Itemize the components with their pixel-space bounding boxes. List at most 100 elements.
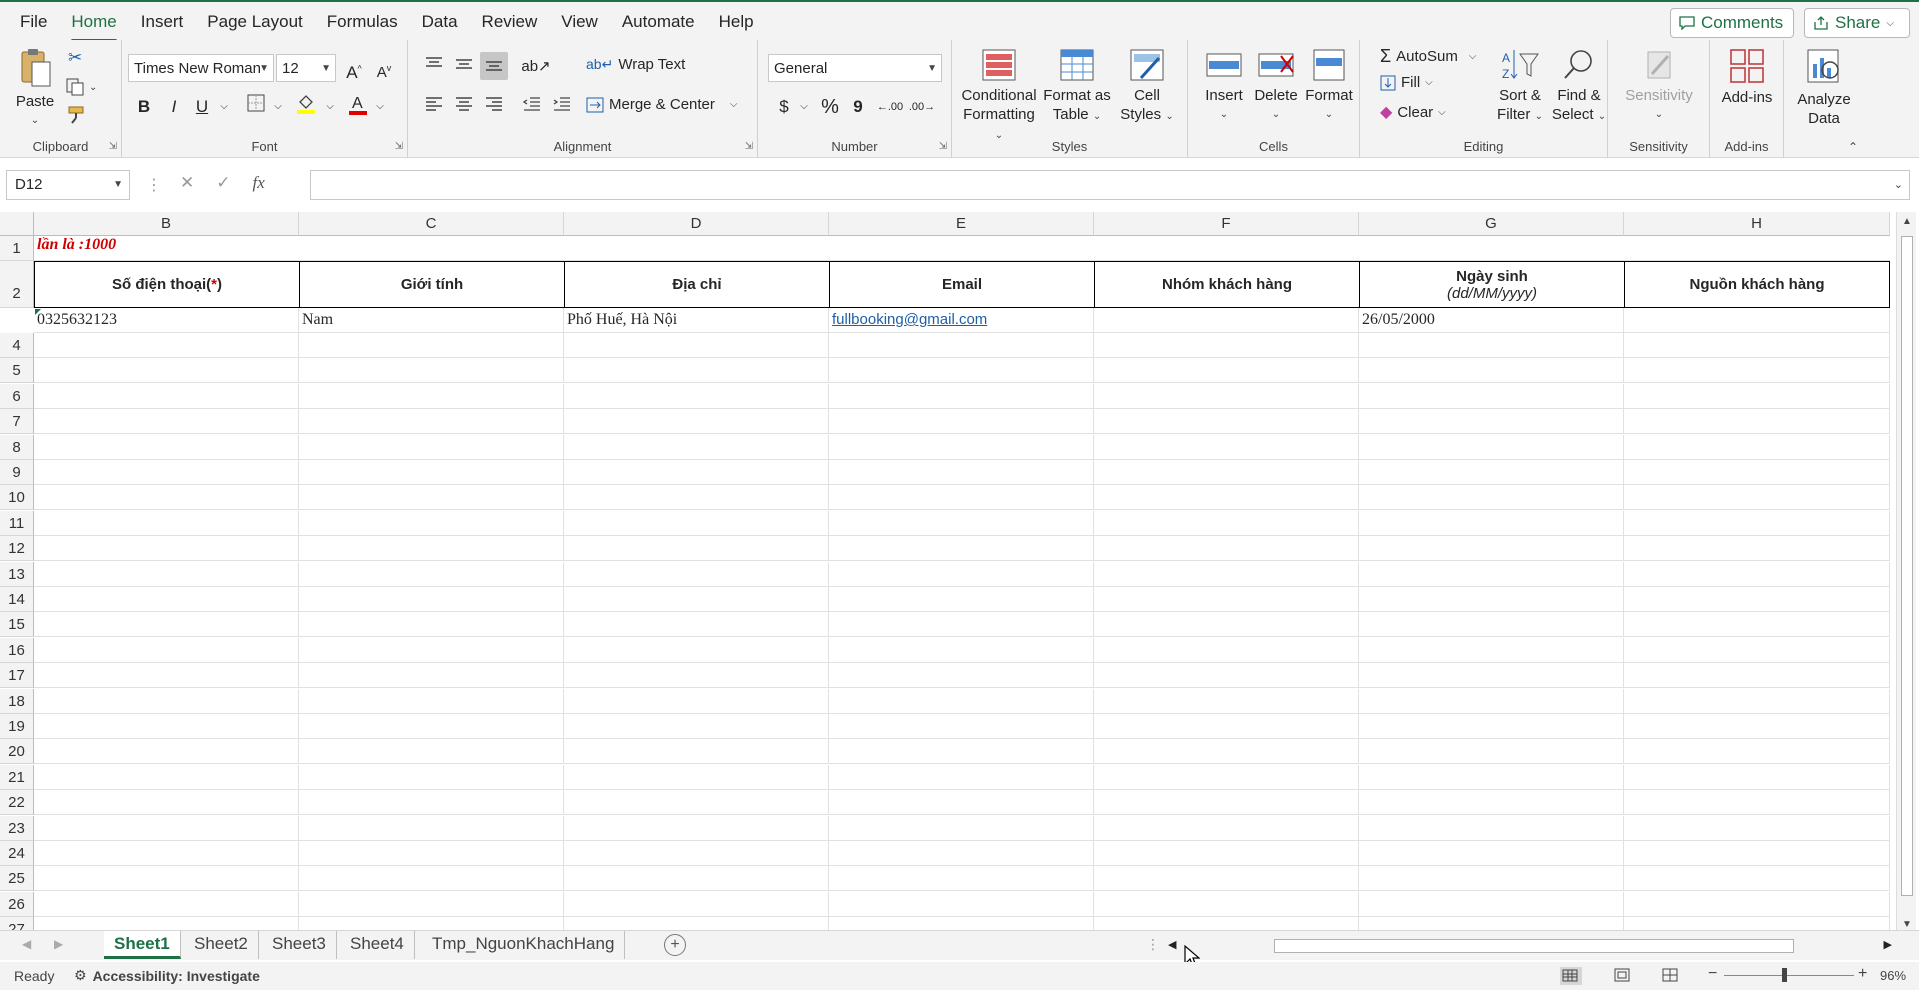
grid-cell[interactable] (34, 917, 299, 930)
sheet-tab-tmp-nguonkhachhang[interactable]: Tmp_NguonKhachHang (422, 931, 626, 959)
grid-cell[interactable] (34, 790, 299, 816)
grid-cell[interactable] (299, 409, 564, 435)
cell-gender[interactable]: Nam (299, 308, 564, 333)
middle-align-button[interactable] (450, 52, 478, 80)
scroll-down-icon[interactable]: ▼ (1902, 919, 1912, 930)
grid-cell[interactable] (829, 561, 1094, 587)
grid-cell[interactable] (1094, 460, 1359, 485)
wrap-text-button[interactable]: ab↵ Wrap Text (586, 56, 685, 73)
row-header[interactable]: 9 (0, 460, 34, 485)
row-header[interactable]: 1 (0, 236, 34, 261)
grid-cell[interactable] (34, 714, 299, 739)
header-address[interactable]: Địa chỉ (564, 261, 830, 308)
grid-cell[interactable] (564, 917, 829, 930)
insert-cells-button[interactable]: Insert ⌄ (1202, 48, 1246, 124)
grid-cell[interactable] (1624, 891, 1890, 917)
grid-cell[interactable] (34, 587, 299, 612)
grid-cell[interactable] (829, 409, 1094, 435)
grid-cell[interactable] (299, 383, 564, 409)
cell-birthday[interactable]: 26/05/2000 (1359, 308, 1624, 333)
grid-cell[interactable] (1359, 358, 1624, 384)
grid-cell[interactable] (829, 587, 1094, 612)
paste-button[interactable]: Paste ⌄ (10, 48, 60, 130)
align-left-button[interactable] (420, 92, 448, 120)
grid-cell[interactable] (299, 333, 564, 358)
row1-note[interactable]: lần là :1000 (34, 236, 1890, 261)
grid-cell[interactable] (299, 612, 564, 638)
grid-cell[interactable] (564, 637, 829, 663)
format-painter-button[interactable] (68, 106, 86, 124)
grid-cell[interactable] (1359, 536, 1624, 562)
grid-cell[interactable] (1094, 485, 1359, 511)
grid-cell[interactable] (564, 764, 829, 790)
comma-button[interactable]: 9 (844, 93, 872, 121)
grid-cell[interactable] (34, 460, 299, 485)
row-header[interactable]: 5 (0, 358, 34, 384)
grid-cell[interactable] (564, 383, 829, 409)
grid-cell[interactable] (1094, 409, 1359, 435)
grid-cell[interactable] (299, 866, 564, 892)
grid-cell[interactable] (1094, 764, 1359, 790)
dialog-launcher-icon[interactable]: ⇲ (745, 141, 753, 152)
grid-cell[interactable] (1359, 434, 1624, 460)
grid-cell[interactable] (34, 637, 299, 663)
grid-cell[interactable] (1359, 612, 1624, 638)
underline-dropdown[interactable]: ⌵ (210, 93, 238, 121)
grid-cell[interactable] (1094, 790, 1359, 816)
grid-cell[interactable] (564, 358, 829, 384)
grid-cell[interactable] (564, 333, 829, 358)
grid-cell[interactable] (829, 612, 1094, 638)
grid-cell[interactable] (829, 637, 1094, 663)
sensitivity-button[interactable]: Sensitivity ⌄ (1616, 48, 1702, 124)
grid-cell[interactable] (34, 409, 299, 435)
grid-cell[interactable] (299, 561, 564, 587)
row-header[interactable]: 4 (0, 333, 34, 358)
grid-cell[interactable] (1359, 460, 1624, 485)
grid-cell[interactable] (564, 663, 829, 689)
grid-cell[interactable] (1624, 383, 1890, 409)
grid-cell[interactable] (34, 485, 299, 511)
grid-cell[interactable] (1359, 663, 1624, 689)
grid-cell[interactable] (564, 409, 829, 435)
horizontal-scrollbar[interactable]: ◀ ▶ (1166, 937, 1894, 955)
grid-cell[interactable] (34, 434, 299, 460)
tab-review[interactable]: Review (470, 10, 550, 36)
grid-cell[interactable] (34, 333, 299, 358)
zoom-slider-thumb[interactable] (1782, 968, 1787, 982)
grid-cell[interactable] (1624, 714, 1890, 739)
percent-button[interactable]: % (816, 93, 844, 121)
grid-cell[interactable] (1359, 409, 1624, 435)
grid-cell[interactable] (34, 536, 299, 562)
grid-cell[interactable] (1359, 790, 1624, 816)
grid-cell[interactable] (1624, 688, 1890, 714)
grid-cell[interactable] (1359, 866, 1624, 892)
grid-cell[interactable] (299, 688, 564, 714)
grid-cell[interactable] (1094, 510, 1359, 536)
scroll-right-icon[interactable]: ▶ (1884, 938, 1892, 951)
grid-cell[interactable] (1359, 637, 1624, 663)
currency-dropdown[interactable]: ⌵ (790, 93, 818, 121)
row-header[interactable]: 2 (0, 261, 34, 308)
grid-cell[interactable] (564, 891, 829, 917)
grid-cell[interactable] (829, 333, 1094, 358)
grid-cell[interactable] (1624, 637, 1890, 663)
grid-cell[interactable] (829, 917, 1094, 930)
copy-button[interactable]: ⌄ (66, 78, 97, 96)
tab-insert[interactable]: Insert (129, 10, 196, 36)
grid-cell[interactable] (1624, 536, 1890, 562)
grid-cell[interactable] (299, 739, 564, 765)
row-header[interactable]: 14 (0, 587, 34, 612)
scroll-left-icon[interactable]: ◀ (1168, 938, 1176, 951)
grid-cell[interactable] (829, 688, 1094, 714)
row-header[interactable]: 16 (0, 637, 34, 663)
grid-cell[interactable] (1359, 485, 1624, 511)
grid-cell[interactable] (1359, 333, 1624, 358)
row-header[interactable]: 11 (0, 510, 34, 536)
decrease-indent-button[interactable] (518, 92, 546, 120)
grid-cell[interactable] (1359, 739, 1624, 765)
row-header[interactable]: 27 (0, 917, 34, 930)
row-header[interactable]: 26 (0, 891, 34, 917)
row-header[interactable]: 13 (0, 561, 34, 587)
header-email[interactable]: Email (829, 261, 1095, 308)
grid-cell[interactable] (564, 815, 829, 841)
